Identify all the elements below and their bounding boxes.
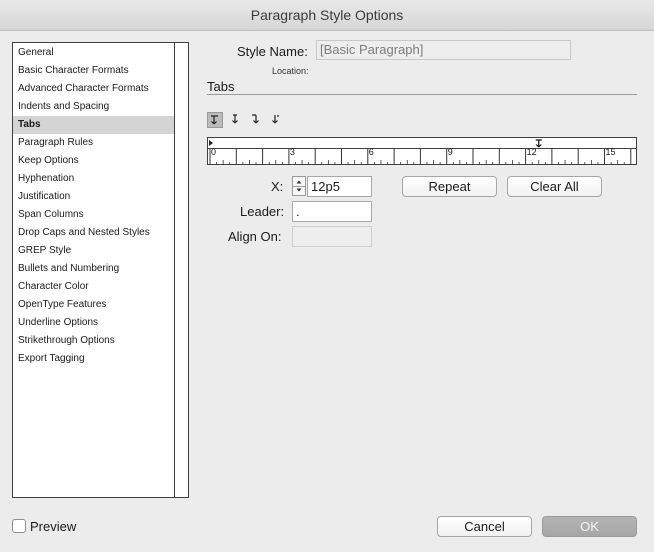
section-title: Tabs [207,79,235,94]
sidebar-item-span-columns[interactable]: Span Columns [13,206,175,224]
leader-label: Leader: [240,204,285,219]
sidebar-item-grep-style[interactable]: GREP Style [13,242,175,260]
sidebar-item-paragraph-rules[interactable]: Paragraph Rules [13,134,175,152]
section-divider [207,94,637,95]
preview-label: Preview [30,519,77,534]
align-on-input[interactable] [292,226,372,247]
sidebar-item-tabs[interactable]: Tabs [13,116,175,134]
sidebar-item-indents-and-spacing[interactable]: Indents and Spacing [13,98,175,116]
sidebar-item-justification[interactable]: Justification [13,188,175,206]
sidebar-item-export-tagging[interactable]: Export Tagging [13,350,175,368]
sidebar-item-basic-character-formats[interactable]: Basic Character Formats [13,62,175,80]
x-position-label: X: [271,179,284,194]
ruler-label: 0 [211,147,217,157]
sidebar-item-drop-caps-and-nested-styles[interactable]: Drop Caps and Nested Styles [13,224,175,242]
window-title: Paragraph Style Options [0,0,654,31]
sidebar-item-underline-options[interactable]: Underline Options [13,314,175,332]
ruler-label: 6 [368,147,374,157]
cancel-button[interactable]: Cancel [437,516,532,537]
center-justified-tab-icon [232,114,238,124]
style-name-label: Style Name: [237,44,308,59]
right-justified-tab-button[interactable] [247,112,263,128]
sidebar-item-keep-options[interactable]: Keep Options [13,152,175,170]
ruler-label: 9 [447,147,453,157]
style-name-field[interactable]: [Basic Paragraph] [316,40,571,60]
sidebar-item-opentype-features[interactable]: OpenType Features [13,296,175,314]
sidebar-item-advanced-character-formats[interactable]: Advanced Character Formats [13,80,175,98]
align-to-decimal-tab-button[interactable] [267,112,283,128]
left-justified-tab-button[interactable] [207,112,223,128]
align-on-label: Align On: [228,229,282,244]
left-justified-tab-icon [211,115,218,125]
x-position-stepper[interactable] [292,176,306,196]
leader-input[interactable]: . [292,201,372,222]
clear-all-button[interactable]: Clear All [507,176,602,197]
align-to-decimal-tab-icon [272,115,279,124]
center-justified-tab-button[interactable] [227,112,243,128]
category-list: General Basic Character Formats Advanced C… [12,42,189,498]
tab-stop-marker-icon[interactable] [535,139,542,148]
category-items: General Basic Character Formats Advanced C… [13,44,175,368]
ruler-label: 3 [289,147,295,157]
sidebar-item-strikethrough-options[interactable]: Strikethrough Options [13,332,175,350]
sidebar-item-hyphenation[interactable]: Hyphenation [13,170,175,188]
ruler-label: 15 [605,147,616,157]
sidebar-item-general[interactable]: General [13,44,175,62]
list-scrollbar[interactable] [174,43,175,497]
repeat-button[interactable]: Repeat [402,176,497,197]
ok-button[interactable]: OK [542,516,637,537]
x-position-input[interactable]: 12p5 [307,176,372,197]
tab-ruler[interactable]: 0 3 6 9 12 15 [207,137,637,165]
location-label: Location: [272,66,309,76]
sidebar-item-bullets-and-numbering[interactable]: Bullets and Numbering [13,260,175,278]
preview-checkbox[interactable] [12,519,26,533]
right-justified-tab-icon [252,114,259,124]
ruler-label: 12 [526,147,537,157]
ruler-ticks [209,139,632,165]
sidebar-item-character-color[interactable]: Character Color [13,278,175,296]
indent-marker-icon[interactable] [209,140,213,146]
